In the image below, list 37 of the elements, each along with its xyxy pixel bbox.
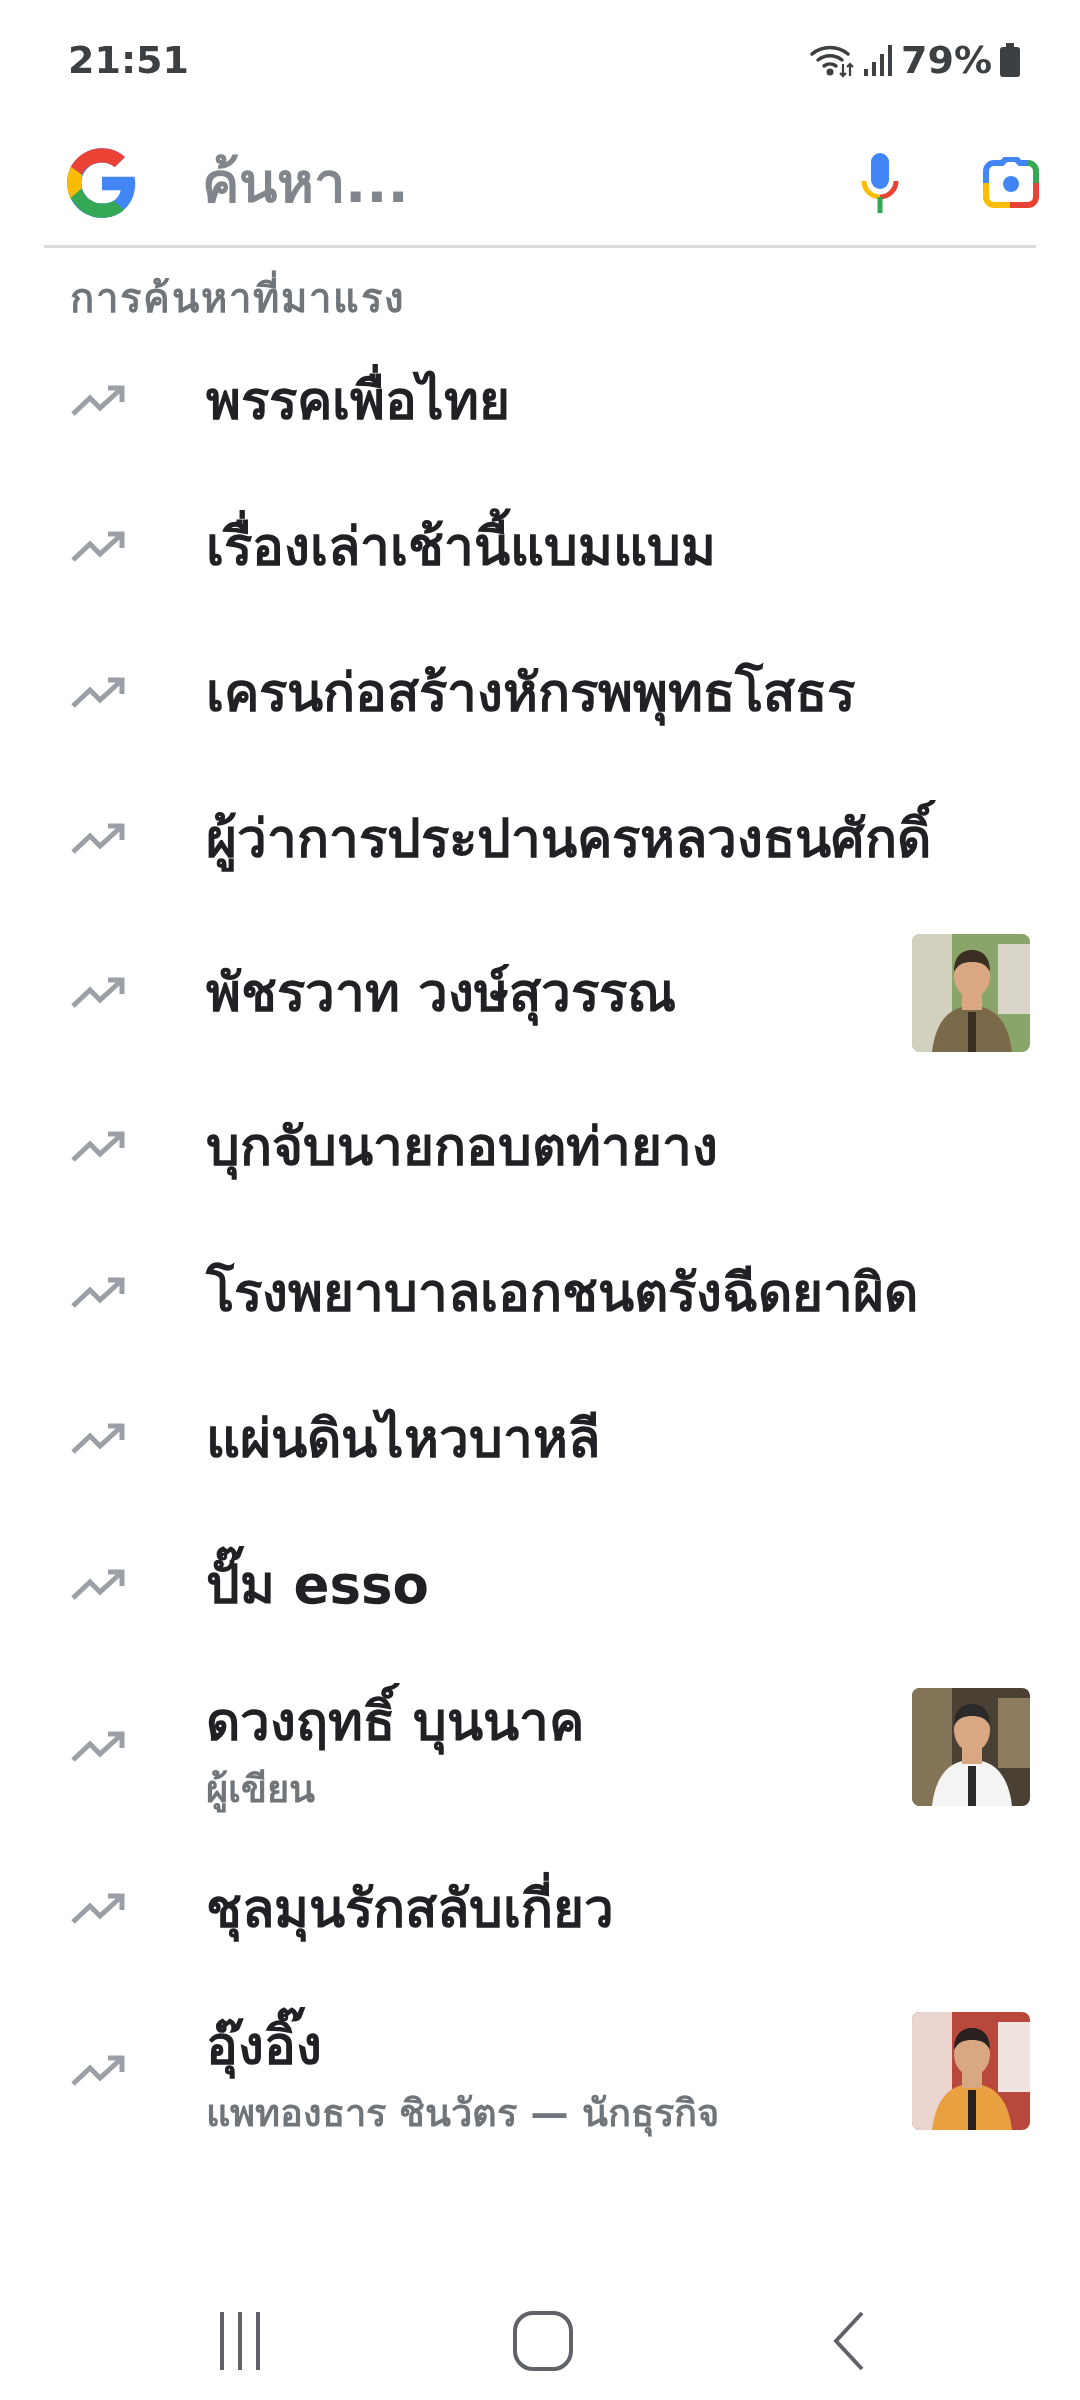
section-heading: การค้นหาที่มาแรง: [0, 248, 1080, 328]
trending-icon: [70, 384, 128, 418]
signal-icon: [863, 43, 894, 77]
trend-title[interactable]: บุกจับนายกอบตท่ายาง: [206, 1104, 1030, 1190]
trend-title[interactable]: พัชรวาท วงษ์สุวรรณ: [206, 950, 896, 1036]
trend-title[interactable]: แผ่นดินไหวบาหลี: [206, 1396, 1030, 1482]
trending-icon: [70, 1892, 128, 1927]
search-field[interactable]: ค้นหา...: [202, 140, 860, 225]
trend-title[interactable]: เครนก่อสร้างหักรพพุทธโสธร: [206, 650, 1030, 736]
home-icon[interactable]: [512, 2310, 574, 2372]
trending-icon: [70, 1568, 128, 1602]
trend-title[interactable]: ดวงฤทธิ์ บุนนาค: [206, 1680, 896, 1765]
trend-title[interactable]: เรื่องเล่าเช้านี้แบมแบม: [206, 504, 1030, 590]
trend-title[interactable]: โรงพยาบาลเอกชนตรังฉีดยาผิด: [206, 1250, 1030, 1336]
trending-icon: [70, 1730, 128, 1765]
trend-subtitle: ผู้เขียน: [206, 1765, 316, 1815]
trending-icon: [70, 822, 128, 856]
trending-icon: [70, 1130, 128, 1164]
trend-title[interactable]: ผู้ว่าการประปานครหลวงธนศักดิ์: [206, 796, 1030, 882]
recent-apps-icon[interactable]: [218, 2310, 262, 2372]
trending-icon: [70, 676, 128, 710]
trend-title[interactable]: ชุลมุนรักสลับเกี่ยว: [206, 1866, 1030, 1952]
trending-icon: [70, 976, 128, 1010]
camera-search-icon[interactable]: [982, 156, 1040, 209]
trending-icon: [70, 530, 128, 564]
battery-icon: [1000, 43, 1020, 77]
trending-icon: [70, 1422, 128, 1456]
status-time: 21:51: [68, 36, 189, 84]
trend-subtitle: แพทองธาร ชินวัตร — นักธุรกิจ: [206, 2090, 720, 2139]
microphone-icon[interactable]: [860, 150, 900, 215]
back-icon[interactable]: [832, 2310, 866, 2372]
trend-title[interactable]: พรรคเพื่อไทย: [206, 358, 1030, 444]
trending-icon: [70, 1276, 128, 1310]
battery-percent: 79%: [901, 36, 992, 84]
trend-title[interactable]: ปั๊ม esso: [206, 1542, 1030, 1628]
trending-icon: [70, 2054, 128, 2089]
trend-title[interactable]: อุ๊งอิ๊ง: [206, 2004, 896, 2089]
